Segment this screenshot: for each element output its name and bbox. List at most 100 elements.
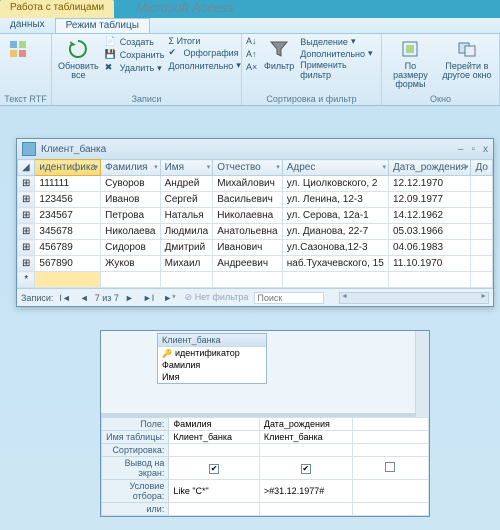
save-button[interactable]: 💾Сохранить [105,49,165,61]
toggle-filter-button[interactable]: Применить фильтр [300,60,377,80]
nav-prev[interactable]: ◄ [77,293,92,303]
row-selector[interactable]: ⊞ [18,192,35,208]
table-row[interactable]: ⊞567890ЖуковМихаилАндреевичнаб.Тухачевск… [18,256,493,272]
cell[interactable]: Анатольевна [213,224,282,240]
cell[interactable]: Жуков [101,256,160,272]
row-selector[interactable]: ⊞ [18,256,35,272]
close-button[interactable]: x [483,144,488,155]
cell[interactable]: Иванович [213,240,282,256]
cell[interactable]: 12.09.1977 [388,192,470,208]
nav-nofilter[interactable]: ⊘ Нет фильтра [182,292,252,303]
col-extra[interactable]: До [471,160,493,176]
tab-table-tools[interactable]: Работа с таблицами [0,0,114,18]
cell[interactable]: 11.10.1970 [388,256,470,272]
clear-sort-button[interactable]: A× [246,62,258,74]
table-row[interactable]: ⊞234567ПетроваНатальяНиколаевнаул. Серов… [18,208,493,224]
cell[interactable]: 234567 [35,208,101,224]
cell[interactable]: Андреевич [213,256,282,272]
qcell-field-2[interactable]: Дата_рождения [259,418,352,431]
new-record-button[interactable]: 📄Создать [105,36,165,48]
cell[interactable]: 567890 [35,256,101,272]
nav-search-input[interactable] [254,292,324,304]
cell[interactable]: 04.06.1983 [388,240,470,256]
table-row[interactable]: ⊞345678НиколаеваЛюдмилаАнатольевнаул. Ди… [18,224,493,240]
qcell-crit-2[interactable]: >#31.12.1977# [259,480,352,503]
row-selector[interactable]: ⊞ [18,240,35,256]
sort-desc-button[interactable]: A↑ [246,49,258,61]
cell[interactable]: 111111 [35,176,101,192]
cell[interactable]: Николаевна [213,208,282,224]
col-lastname[interactable]: Фамилия▾ [101,160,160,176]
maximize-button[interactable]: ▫ [471,144,475,155]
delete-button[interactable]: ✖Удалить ▾ [105,62,165,74]
cell[interactable]: ул. Ленина, 12-3 [282,192,388,208]
row-selector[interactable]: ⊞ [18,208,35,224]
cell[interactable]: Сидоров [101,240,160,256]
col-id[interactable]: идентифика▾ [35,160,101,176]
sort-asc-button[interactable]: A↓ [246,36,258,48]
query-grid[interactable]: Поле: Фамилия Дата_рождения Имя таблицы:… [101,417,429,516]
select-all-corner[interactable]: ◢ [18,160,35,176]
refresh-all-button[interactable]: Обновить все [56,36,101,81]
nav-first[interactable]: I◄ [56,293,73,303]
new-row[interactable]: * [18,272,493,288]
show-check-3[interactable] [385,462,395,472]
cell[interactable]: Наталья [160,208,213,224]
nav-last[interactable]: ►I [140,293,157,303]
cell[interactable]: 123456 [35,192,101,208]
cell[interactable]: 14.12.1962 [388,208,470,224]
col-address[interactable]: Адрес▾ [282,160,388,176]
field-firstname[interactable]: Имя [158,371,266,383]
qcell-crit-1[interactable]: Like "С*" [169,480,260,503]
tab-datasheet[interactable]: Режим таблицы [55,18,150,33]
col-birthdate[interactable]: Дата_рождения▾ [388,160,470,176]
table-fieldlist[interactable]: Клиент_банка 🔑идентификатор Фамилия Имя [157,333,267,384]
cell[interactable]: Михаил [160,256,213,272]
cell[interactable]: 345678 [35,224,101,240]
cell[interactable]: Андрей [160,176,213,192]
minimize-button[interactable]: – [458,144,464,155]
table-row[interactable]: ⊞456789СидоровДмитрийИвановичул.Сазонова… [18,240,493,256]
window-titlebar[interactable]: Клиент_банка – ▫ x [17,139,493,159]
cell[interactable]: 456789 [35,240,101,256]
query-diagram-pane[interactable]: Клиент_банка 🔑идентификатор Фамилия Имя [101,331,429,417]
qcell-field-1[interactable]: Фамилия [169,418,260,431]
new-row-selector[interactable]: * [18,272,35,288]
selection-filter-button[interactable]: Выделение ▾ [300,36,377,47]
cell[interactable]: Петрова [101,208,160,224]
cell[interactable]: наб.Тухачевского, 15 [282,256,388,272]
cell[interactable]: Сергей [160,192,213,208]
filter-button[interactable]: Фильтр [262,36,296,72]
cell[interactable]: Николаева [101,224,160,240]
show-check-2[interactable]: ✔ [301,464,311,474]
size-to-fit-button[interactable]: По размеру формы [386,36,435,90]
cell[interactable]: Иванов [101,192,160,208]
qcell-table-1[interactable]: Клиент_банка [169,431,260,444]
col-firstname[interactable]: Имя▾ [160,160,213,176]
cell[interactable]: 12.12.1970 [388,176,470,192]
cell[interactable]: Васильевич [213,192,282,208]
cell[interactable]: ул. Циолковского, 2 [282,176,388,192]
spelling-button[interactable]: ✔Орфография [169,47,241,59]
table-row[interactable]: ⊞111111СуворовАндрейМихайловичул. Циолко… [18,176,493,192]
totals-button[interactable]: Σ Итоги [169,36,241,46]
nav-new[interactable]: ►* [160,293,178,303]
nav-next[interactable]: ► [122,293,137,303]
table-row[interactable]: ⊞123456ИвановСергейВасильевичул. Ленина,… [18,192,493,208]
cell[interactable]: Людмила [160,224,213,240]
cell[interactable]: ул.Сазонова,12-3 [282,240,388,256]
cell[interactable]: Дмитрий [160,240,213,256]
field-pk[interactable]: 🔑идентификатор [158,347,266,359]
field-lastname[interactable]: Фамилия [158,359,266,371]
advanced-filter-button[interactable]: Дополнительно ▾ [300,48,377,59]
rtf-button[interactable] [4,36,32,62]
cell[interactable]: 05.03.1966 [388,224,470,240]
cell[interactable]: ул. Дианова, 22-7 [282,224,388,240]
cell[interactable]: ул. Серова, 12а-1 [282,208,388,224]
cell[interactable]: Михайлович [213,176,282,192]
data-grid[interactable]: ◢ идентифика▾ Фамилия▾ Имя▾ Отчество▾ Ад… [17,159,493,288]
switch-window-button[interactable]: Перейти в другое окно [439,36,495,81]
row-selector[interactable]: ⊞ [18,224,35,240]
show-check-1[interactable]: ✔ [209,464,219,474]
qcell-table-2[interactable]: Клиент_банка [259,431,352,444]
